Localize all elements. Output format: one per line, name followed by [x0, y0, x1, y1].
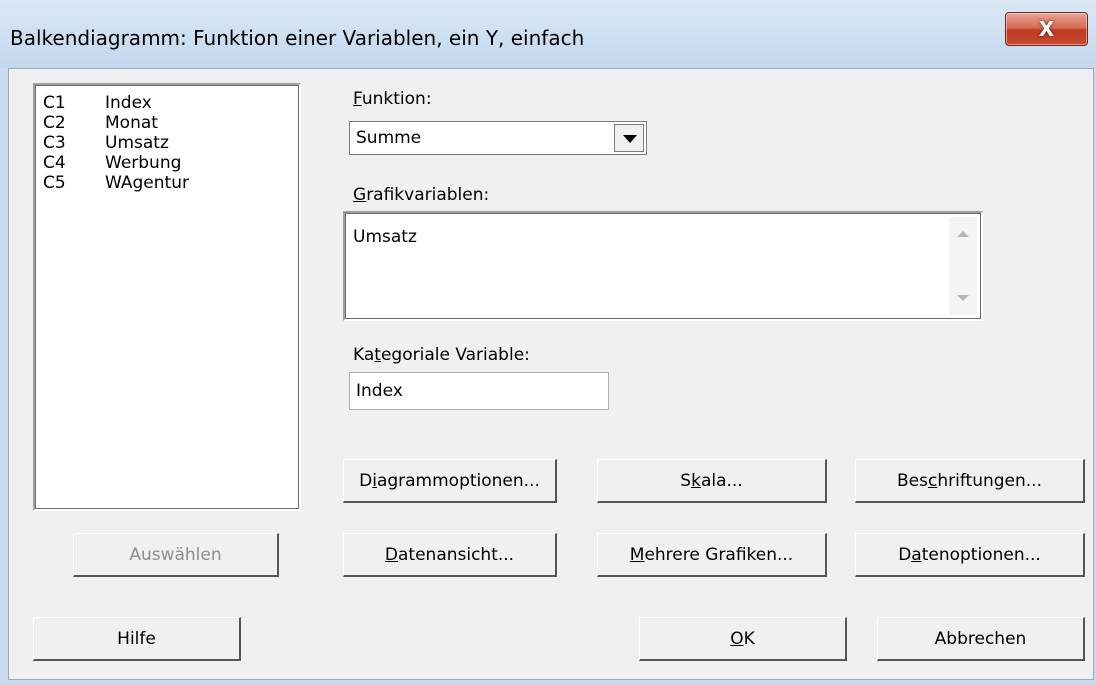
- abbrechen-button[interactable]: Abbrechen: [877, 617, 1085, 661]
- list-item[interactable]: C1 Index: [43, 93, 152, 113]
- kategoriale-label: Kategoriale Variable:: [353, 345, 530, 365]
- dialog-body: C1 Index C2 Monat C3 Umsatz C4 Werbung C5 WAg…: [8, 68, 1094, 680]
- variable-list[interactable]: C1 Index C2 Monat C3 Umsatz C4 Werbung C5 WAg…: [33, 83, 301, 511]
- ok-button[interactable]: OK: [639, 617, 847, 661]
- hilfe-button[interactable]: Hilfe: [33, 617, 241, 661]
- list-item[interactable]: C2 Monat: [43, 113, 158, 133]
- grafikvariablen-label: Grafikvariablen:: [353, 185, 490, 205]
- funktion-select[interactable]: Summe: [349, 121, 647, 155]
- funktion-label: Funktion:: [353, 89, 432, 109]
- dialog-title: Balkendiagramm: Funktion einer Variablen…: [10, 26, 585, 50]
- chevron-down-icon[interactable]: [614, 124, 644, 152]
- beschriftungen-button[interactable]: Bes c hriftungen...: [855, 459, 1085, 503]
- list-item[interactable]: C3 Umsatz: [43, 133, 169, 153]
- list-item[interactable]: C5 WAgentur: [43, 173, 189, 193]
- dialog-window: Balkendiagramm: Funktion einer Variablen…: [0, 0, 1096, 685]
- skala-button[interactable]: Sk ala...: [597, 459, 827, 503]
- auswaehlen-button[interactable]: Auswählen: [73, 533, 279, 577]
- kategoriale-value: Index: [356, 381, 403, 401]
- list-item[interactable]: C4 Werbung: [43, 153, 181, 173]
- scrollbar[interactable]: [949, 217, 977, 315]
- scroll-down-icon[interactable]: [957, 295, 969, 301]
- close-button[interactable]: X: [1005, 12, 1088, 46]
- close-icon: X: [1038, 17, 1055, 41]
- diagrammoptionen-button[interactable]: Di agrammoptionen...: [343, 459, 557, 503]
- datenansicht-button[interactable]: Datenansicht...: [343, 533, 557, 577]
- datenoptionen-button[interactable]: Da tenoptionen...: [855, 533, 1085, 577]
- grafikvariablen-value: Umsatz: [353, 227, 417, 247]
- funktion-value: Summe: [356, 128, 422, 148]
- title-bar: Balkendiagramm: Funktion einer Variablen…: [0, 0, 1096, 68]
- grafikvariablen-field[interactable]: Umsatz: [343, 211, 983, 321]
- mehrere-grafiken-button[interactable]: Mehrere Grafiken...: [597, 533, 827, 577]
- scroll-up-icon[interactable]: [957, 231, 969, 237]
- kategoriale-field[interactable]: Index: [349, 372, 609, 410]
